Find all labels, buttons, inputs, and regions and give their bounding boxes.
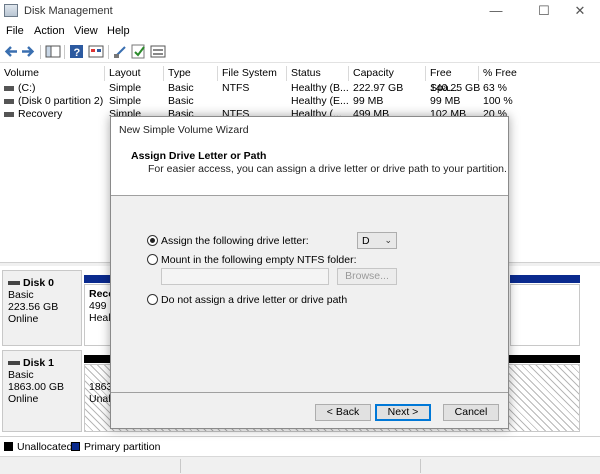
- assign-drive-letter-label[interactable]: Assign the following drive letter:: [161, 235, 309, 247]
- disk-management-icon: [4, 4, 18, 17]
- table-row[interactable]: (Disk 0 partition 2) Simple Basic Health…: [0, 95, 600, 108]
- disk-state: Online: [8, 313, 39, 325]
- next-button[interactable]: Next >: [375, 404, 431, 421]
- volume-icon: [4, 111, 14, 117]
- toolbar-separator: [64, 45, 65, 59]
- drive-letter-value: D: [362, 235, 370, 247]
- primary-partition-swatch: [71, 442, 80, 451]
- disk-type: Basic: [8, 369, 34, 381]
- disk-state: Online: [8, 393, 39, 405]
- status-bar: [0, 456, 600, 474]
- new-simple-volume-wizard: New Simple Volume Wizard Assign Drive Le…: [110, 116, 509, 429]
- volume-free-space: 140.25 GB: [430, 82, 481, 94]
- cancel-button[interactable]: Cancel: [443, 404, 499, 421]
- show-list-icon[interactable]: [88, 44, 104, 59]
- status-bar-divider: [180, 459, 181, 473]
- volume-name: Recovery: [18, 108, 63, 120]
- mount-folder-radio[interactable]: [147, 254, 158, 265]
- window-title: Disk Management: [24, 5, 113, 17]
- forward-arrow-icon[interactable]: [20, 44, 36, 59]
- volume-status: Healthy (E...: [291, 95, 349, 107]
- column-header-layout[interactable]: Layout: [105, 66, 164, 81]
- volume-layout: Simple: [109, 82, 142, 94]
- volume-capacity: 99 MB: [353, 95, 384, 107]
- menu-help[interactable]: Help: [107, 25, 130, 37]
- legend-primary-partition: Primary partition: [84, 441, 161, 453]
- volume-file-system: NTFS: [222, 82, 250, 94]
- column-header-status[interactable]: Status: [287, 66, 349, 81]
- svg-text:?: ?: [74, 47, 81, 59]
- wizard-heading: Assign Drive Letter or Path: [131, 150, 267, 162]
- wizard-subheading: For easier access, you can assign a driv…: [148, 163, 507, 175]
- no-drive-letter-radio[interactable]: [147, 294, 158, 305]
- wizard-title-bar: New Simple Volume Wizard: [111, 117, 508, 141]
- partition-color-bar: [510, 275, 580, 283]
- help-icon[interactable]: ?: [69, 44, 85, 59]
- column-header-type[interactable]: Type: [164, 66, 218, 81]
- disk-view-icon[interactable]: [113, 44, 129, 59]
- volume-percent-free: 100 %: [483, 95, 513, 107]
- column-header-free-space[interactable]: Free Spa...: [426, 66, 479, 94]
- volume-type: Basic: [168, 82, 194, 94]
- volume-list-header: Volume Layout Type File System Status Ca…: [0, 66, 600, 94]
- disk-type: Basic: [8, 289, 34, 301]
- column-header-volume[interactable]: Volume: [0, 66, 105, 81]
- table-row[interactable]: (C:) Simple Basic NTFS Healthy (B... 222…: [0, 82, 600, 95]
- disk-name: Disk 1: [23, 357, 54, 369]
- volume-status: Healthy (B...: [291, 82, 349, 94]
- no-drive-letter-label[interactable]: Do not assign a drive letter or drive pa…: [161, 294, 347, 306]
- toolbar-separator: [40, 45, 41, 59]
- volume-icon: [4, 98, 14, 104]
- column-header-capacity[interactable]: Capacity: [349, 66, 426, 81]
- menu-bar: File Action View Help: [0, 22, 600, 41]
- legend: Unallocated Primary partition: [0, 436, 600, 456]
- back-arrow-icon[interactable]: [3, 44, 19, 59]
- unallocated-swatch: [4, 442, 13, 451]
- disk-icon: [8, 361, 20, 366]
- wizard-title: New Simple Volume Wizard: [119, 124, 249, 136]
- disk-icon: [8, 281, 20, 286]
- toolbar-separator: [108, 45, 109, 59]
- properties-icon[interactable]: [150, 44, 166, 59]
- wizard-footer-separator: [111, 392, 508, 393]
- volume-name: (Disk 0 partition 2): [18, 95, 104, 107]
- browse-button[interactable]: Browse...: [337, 268, 397, 285]
- title-bar: Disk Management — ☐ ✕: [0, 0, 600, 22]
- column-header-percent-free[interactable]: % Free: [479, 66, 600, 81]
- volume-percent-free: 63 %: [483, 82, 507, 94]
- assign-drive-letter-radio[interactable]: [147, 235, 158, 246]
- volume-type: Basic: [168, 95, 194, 107]
- volume-capacity: 222.97 GB: [353, 82, 404, 94]
- menu-file[interactable]: File: [6, 25, 24, 37]
- back-button[interactable]: < Back: [315, 404, 371, 421]
- toolbar: ?: [0, 41, 600, 63]
- disk-1-info[interactable]: Disk 1 Basic 1863.00 GB Online: [2, 350, 82, 432]
- column-header-file-system[interactable]: File System: [218, 66, 287, 81]
- legend-unallocated: Unallocated: [17, 441, 73, 453]
- status-bar-divider: [420, 459, 421, 473]
- check-icon[interactable]: [131, 44, 147, 59]
- menu-action[interactable]: Action: [34, 25, 65, 37]
- wizard-body: Assign the following drive letter: D ⌄ M…: [111, 197, 508, 392]
- disk-name: Disk 0: [23, 277, 54, 289]
- folder-path-input[interactable]: [161, 268, 329, 285]
- minimize-button[interactable]: —: [476, 0, 516, 22]
- volume-name: (C:): [18, 82, 36, 94]
- volume-icon: [4, 85, 14, 91]
- chevron-down-icon: ⌄: [384, 235, 392, 245]
- maximize-button[interactable]: ☐: [524, 0, 564, 22]
- close-button[interactable]: ✕: [560, 0, 600, 22]
- menu-view[interactable]: View: [74, 25, 98, 37]
- disk-0-partition[interactable]: [510, 284, 580, 346]
- volume-free-space: 99 MB: [430, 95, 461, 107]
- wizard-header: Assign Drive Letter or Path For easier a…: [111, 141, 508, 196]
- console-tree-icon[interactable]: [45, 44, 61, 59]
- mount-folder-label[interactable]: Mount in the following empty NTFS folder…: [161, 254, 357, 266]
- disk-size: 1863.00 GB: [8, 381, 65, 393]
- volume-layout: Simple: [109, 95, 142, 107]
- drive-letter-select[interactable]: D ⌄: [357, 232, 397, 249]
- disk-size: 223.56 GB: [8, 301, 59, 313]
- disk-0-info[interactable]: Disk 0 Basic 223.56 GB Online: [2, 270, 82, 346]
